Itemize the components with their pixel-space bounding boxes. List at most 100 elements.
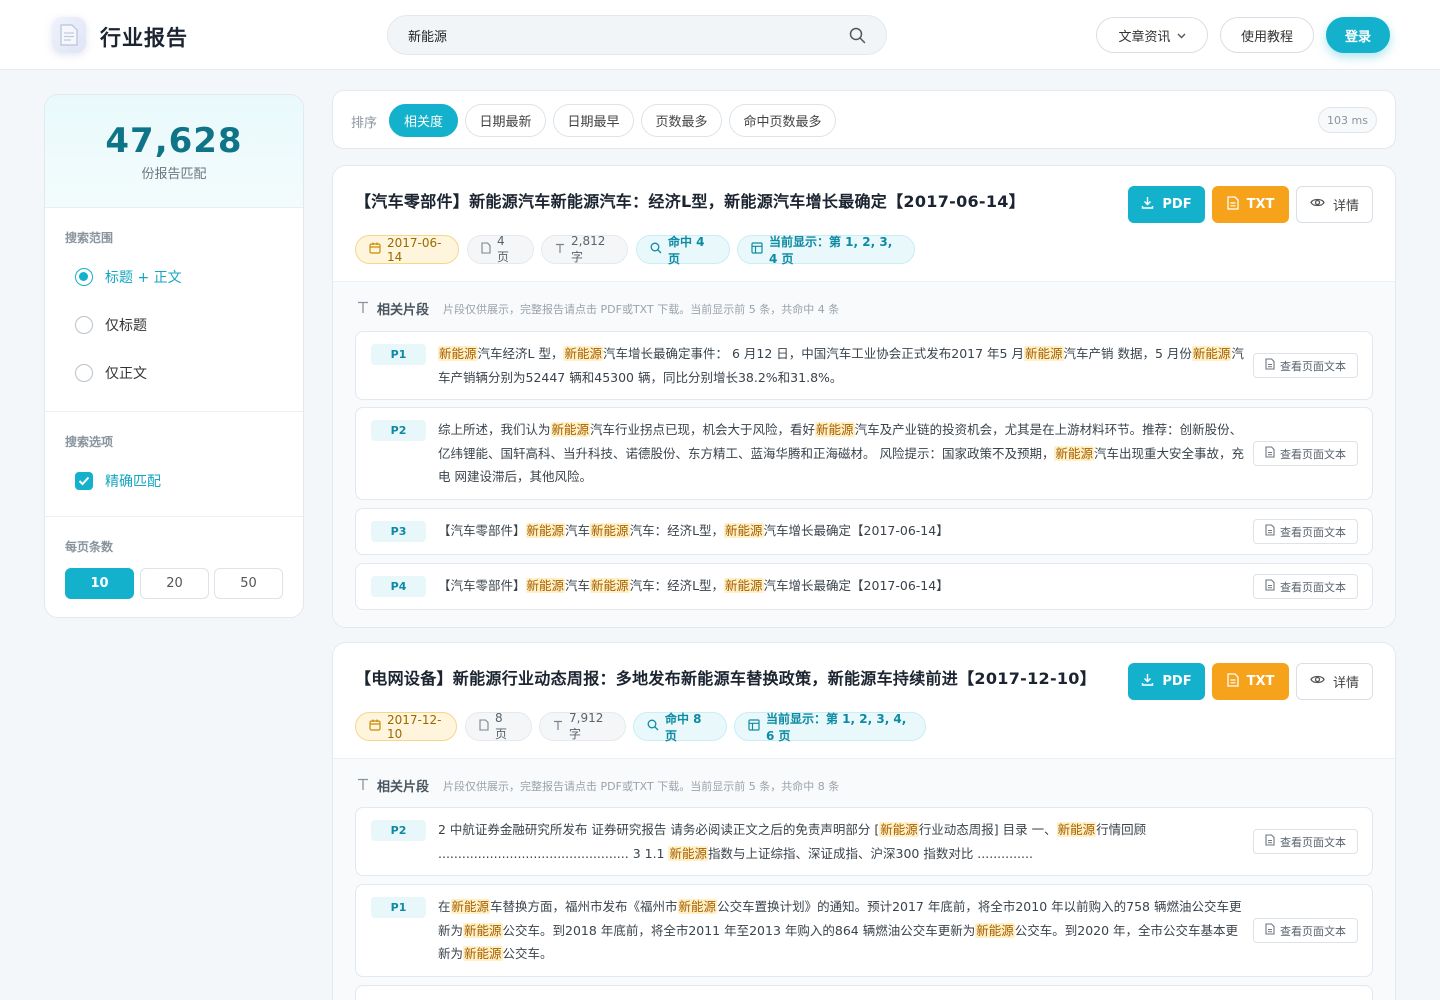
sort-option-oldest[interactable]: 日期最早 <box>553 104 634 137</box>
tutorial-button[interactable]: 使用教程 <box>1220 17 1314 53</box>
hits-badge: 命中 8 页 <box>633 711 727 743</box>
brand-title[interactable]: 行业报告 <box>100 22 188 52</box>
fragment-segment: 汽车增长最确定【2017-06-14】 <box>763 523 949 538</box>
per-page-option-50[interactable]: 50 <box>214 568 283 599</box>
txt-download-button[interactable]: TXT <box>1212 663 1289 700</box>
pdf-download-button[interactable]: PDF <box>1128 186 1205 223</box>
sort-option-most-hit-pages[interactable]: 命中页数最多 <box>729 104 836 137</box>
search-input[interactable] <box>408 25 828 45</box>
radio-selected-icon[interactable] <box>75 268 93 286</box>
search-hit-icon <box>650 242 662 257</box>
view-page-text-label: 查看页面文本 <box>1280 525 1346 539</box>
fragment-text: 在新能源车替换方面，福州市发布《福州市新能源公交车置换计划》的通知。预计2017… <box>438 895 1244 966</box>
scope-option-label: 仅正文 <box>105 366 147 382</box>
articles-label: 文章资讯 <box>1118 29 1171 45</box>
file-text-icon <box>1265 579 1275 594</box>
fragments-header: 相关片段 片段仅供展示，完整报告请点击 PDF或TXT 下载。当前显示前 5 条… <box>357 776 839 795</box>
scope-option-body-only[interactable]: 仅正文 <box>75 363 147 383</box>
showing-pages-badge: 当前显示：第 1, 2, 3, 4 页 <box>737 234 915 266</box>
calendar-icon <box>369 719 381 734</box>
view-page-text-button[interactable]: 查看页面文本 <box>1253 918 1358 943</box>
result-title[interactable]: 【电网设备】新能源行业动态周报：多地发布新能源车替换政策，新能源车持续前进【20… <box>355 665 1096 689</box>
fragment-item: P3 【汽车零部件】新能源汽车新能源汽车：经济L型，新能源汽车增长最确定【201… <box>355 508 1373 555</box>
details-button[interactable]: 详情 <box>1296 663 1373 700</box>
fragment-segment: 在 <box>438 899 451 914</box>
details-button[interactable]: 详情 <box>1296 186 1373 223</box>
sort-bar: 排序 相关度 日期最新 日期最早 页数最多 命中页数最多 103 ms <box>332 90 1396 149</box>
pages-value: 4 页 <box>497 234 510 264</box>
fragments-note: 片段仅供展示，完整报告请点击 PDF或TXT 下载。当前显示前 5 条，共命中 … <box>443 779 840 793</box>
fragments-panel: 相关片段 片段仅供展示，完整报告请点击 PDF或TXT 下载。当前显示前 5 条… <box>333 759 1395 1000</box>
per-page-option-20[interactable]: 20 <box>140 568 209 599</box>
date-badge: 2017-12-10 <box>355 712 457 741</box>
date-value: 2017-06-14 <box>387 235 442 264</box>
result-card: 【电网设备】新能源行业动态周报：多地发布新能源车替换政策，新能源车持续前进【20… <box>332 642 1396 1000</box>
search-hit-icon <box>647 719 659 734</box>
chevron-down-icon <box>1177 28 1186 43</box>
articles-dropdown-button[interactable]: 文章资讯 <box>1096 17 1208 53</box>
per-page-option-10[interactable]: 10 <box>65 568 134 599</box>
view-page-text-label: 查看页面文本 <box>1280 580 1346 594</box>
result-card-header: 【汽车零部件】新能源汽车新能源汽车：经济L型，新能源汽车增长最确定【2017-0… <box>333 166 1395 282</box>
hits-value: 命中 8 页 <box>665 711 702 743</box>
login-button[interactable]: 登录 <box>1326 17 1390 53</box>
keyword-highlight: 新能源 <box>1023 346 1064 361</box>
search-icon[interactable] <box>849 27 866 48</box>
checkbox-checked-icon[interactable] <box>75 472 93 490</box>
sort-option-relevance[interactable]: 相关度 <box>389 104 458 137</box>
fragment-segment: 【汽车零部件】 <box>438 578 526 593</box>
sort-option-newest[interactable]: 日期最新 <box>465 104 546 137</box>
radio-icon[interactable] <box>75 364 93 382</box>
document-logo-icon[interactable] <box>52 17 86 53</box>
showing-pages-value: 当前显示：第 1, 2, 3, 4 页 <box>769 234 893 266</box>
file-text-icon <box>1265 923 1275 938</box>
file-text-icon <box>1265 834 1275 849</box>
result-title[interactable]: 【汽车零部件】新能源汽车新能源汽车：经济L型，新能源汽车增长最确定【2017-0… <box>355 188 1025 212</box>
keyword-highlight: 新能源 <box>724 578 764 593</box>
keyword-highlight: 新能源 <box>815 422 855 437</box>
keyword-highlight: 新能源 <box>1056 822 1097 837</box>
view-page-text-button[interactable]: 查看页面文本 <box>1253 519 1358 544</box>
view-page-text-button[interactable]: 查看页面文本 <box>1253 574 1358 599</box>
exact-match-label: 精确匹配 <box>105 474 161 490</box>
scope-option-label: 标题 + 正文 <box>105 270 182 286</box>
fragment-segment: 汽车：经济L型， <box>629 578 725 593</box>
text-type-icon <box>357 776 369 795</box>
txt-download-button[interactable]: TXT <box>1212 186 1289 223</box>
view-page-text-label: 查看页面文本 <box>1280 359 1346 373</box>
showing-pages-badge: 当前显示：第 1, 2, 3, 4, 6 页 <box>734 712 926 743</box>
chars-value: 7,912 字 <box>569 711 604 741</box>
scope-option-title-body[interactable]: 标题 + 正文 <box>75 267 182 287</box>
page-badge: P4 <box>371 576 426 597</box>
keyword-highlight: 新能源 <box>975 922 1015 938</box>
exact-match-checkbox[interactable]: 精确匹配 <box>75 471 161 491</box>
text-type-icon <box>357 299 369 318</box>
fragment-segment: 车替换方面，福州市发布《福州市 <box>490 899 678 914</box>
view-page-text-button[interactable]: 查看页面文本 <box>1253 829 1358 854</box>
keyword-highlight: 新能源 <box>1054 445 1094 461</box>
pdf-label: PDF <box>1162 674 1192 689</box>
scope-option-title-only[interactable]: 仅标题 <box>75 315 147 335</box>
fragment-segment: 汽车 <box>565 523 591 538</box>
fragment-text: 【汽车零部件】新能源汽车新能源汽车：经济L型，新能源汽车增长最确定【2017-0… <box>438 574 1244 598</box>
view-page-text-button[interactable]: 查看页面文本 <box>1253 441 1358 466</box>
fragment-item: P2 综上所述，我们认为新能源汽车行业拐点已现，机会大于风险，看好新能源汽车及产… <box>355 407 1373 500</box>
view-page-text-button[interactable]: 查看页面文本 <box>1253 353 1358 378</box>
pdf-download-button[interactable]: PDF <box>1128 663 1205 700</box>
txt-label: TXT <box>1246 197 1275 212</box>
eye-icon <box>1310 197 1325 212</box>
fragment-segment: 汽车经济L 型， <box>477 346 564 361</box>
text-type-icon <box>553 720 563 734</box>
keyword-highlight: 新能源 <box>563 346 603 361</box>
fragment-text: 综上所述，我们认为新能源汽车行业拐点已现，机会大于风险，看好新能源汽车及产业链的… <box>438 418 1244 489</box>
sort-option-most-pages[interactable]: 页数最多 <box>641 104 722 137</box>
txt-label: TXT <box>1246 674 1275 689</box>
keyword-highlight: 新能源 <box>463 922 503 938</box>
options-section: 搜索选项 精确匹配 <box>45 412 303 517</box>
view-page-text-label: 查看页面文本 <box>1280 835 1346 849</box>
fragments-note: 片段仅供展示，完整报告请点击 PDF或TXT 下载。当前显示前 5 条，共命中 … <box>443 302 840 316</box>
keyword-highlight: 新能源 <box>668 845 708 861</box>
fragment-segment: 汽车 <box>565 578 591 593</box>
radio-icon[interactable] <box>75 316 93 334</box>
fragment-segment: 汽车产销 数据，5 月份 <box>1063 346 1192 361</box>
